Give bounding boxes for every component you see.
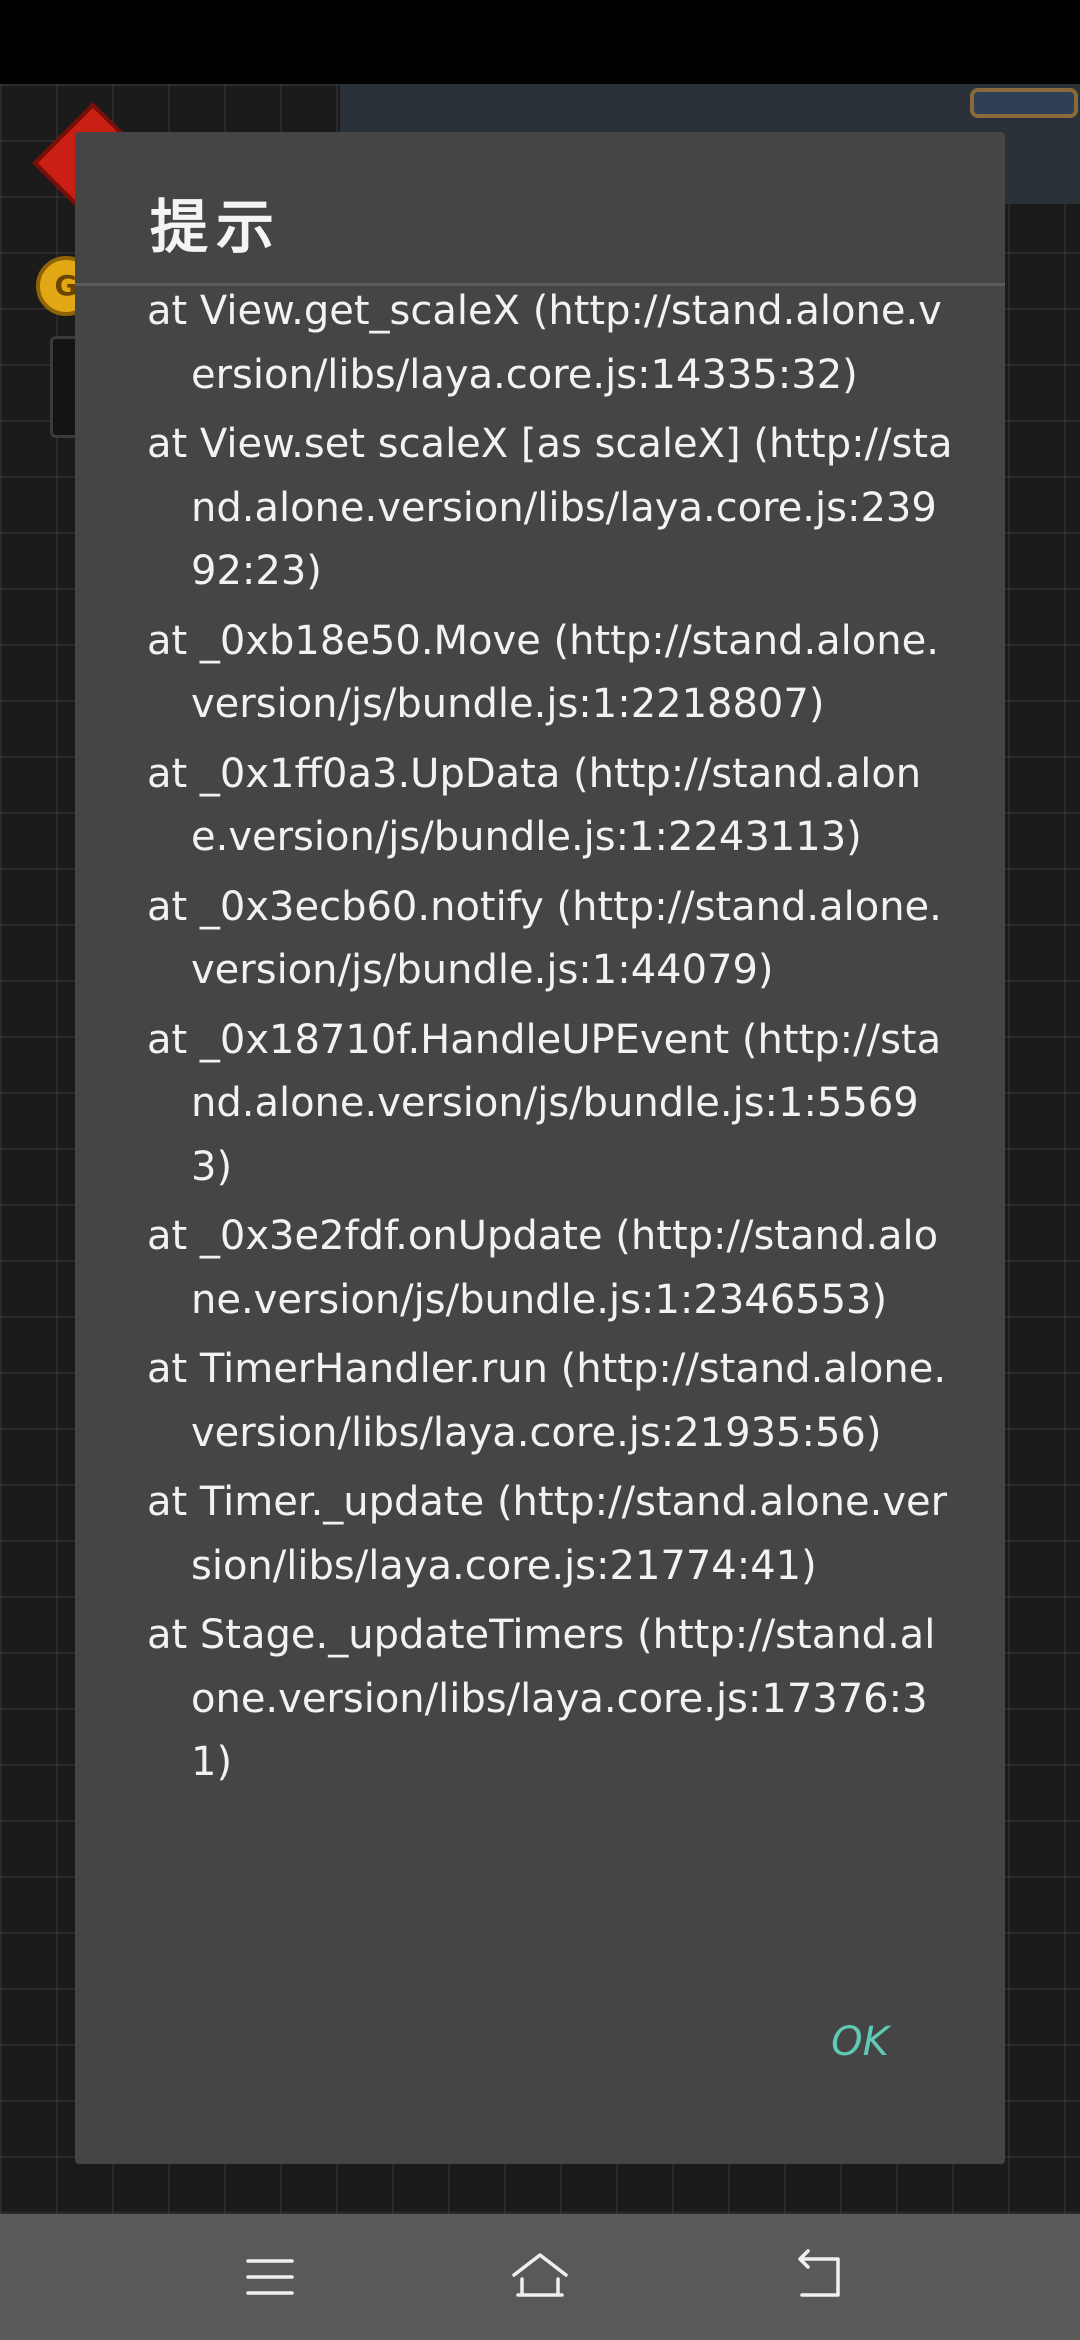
stack-trace-line: at _0xb18e50.Move (http://stand.alone.ve… — [147, 617, 939, 728]
nav-back-button[interactable] — [752, 2214, 892, 2340]
stack-trace-line: at Timer._update (http://stand.alone.ver… — [147, 1479, 948, 1589]
stack-trace-line: at Stage._updateTimers (http://stand.alo… — [147, 1612, 936, 1785]
game-top-pill — [970, 88, 1078, 118]
back-icon — [798, 2249, 840, 2297]
nav-home-button[interactable] — [470, 2214, 610, 2340]
nav-menu-button[interactable] — [200, 2214, 340, 2340]
stack-trace-line: at _0x18710f.HandleUPEvent (http://stand… — [147, 1016, 942, 1190]
stack-trace-line: at _0x1ff0a3.UpData (http://stand.alone.… — [147, 750, 922, 861]
stack-trace-line: at TimerHandler.run (http://stand.alone.… — [147, 1346, 947, 1456]
error-dialog: 提示 at View.get_scaleX (http://stand.alon… — [75, 132, 1005, 2164]
status-bar — [0, 0, 1080, 84]
home-icon — [512, 2253, 568, 2297]
stack-trace-line: at _0x3ecb60.notify (http://stand.alone.… — [147, 883, 942, 994]
menu-icon — [246, 2259, 294, 2295]
dialog-message: at View.get_scaleX (http://stand.alone.v… — [147, 280, 955, 2140]
dialog-title: 提示 — [150, 193, 283, 261]
stack-trace-line: at View.get_scaleX (http://stand.alone.v… — [147, 288, 942, 398]
ok-button[interactable]: OK — [815, 2007, 905, 2077]
stack-trace-line: at View.set scaleX [as scaleX] (http://s… — [147, 421, 953, 594]
navigation-bar — [0, 2214, 1080, 2340]
stack-trace-line: at _0x3e2fdf.onUpdate (http://stand.alon… — [147, 1213, 939, 1323]
